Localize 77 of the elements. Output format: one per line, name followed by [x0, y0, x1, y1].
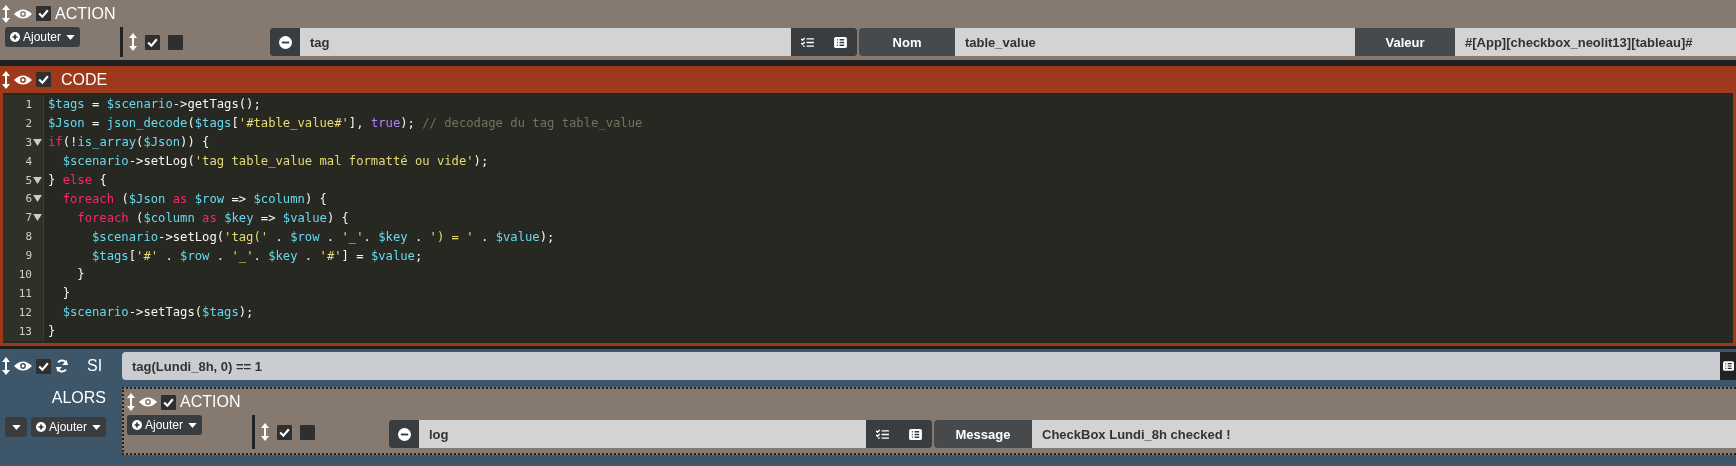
caret-icon — [188, 422, 198, 428]
code-line: $scenario->setLog('tag(' . $row . '_'. $key . ') = ' . $value); — [91, 229, 555, 244]
line-number: 11 — [18, 286, 32, 300]
add-dropdown-button[interactable]: Ajouter — [30, 417, 106, 437]
drag-handle-icon[interactable] — [127, 393, 135, 411]
then-label: ALORS — [51, 389, 106, 407]
eye-icon[interactable] — [14, 360, 32, 372]
line-number: 3 — [25, 135, 32, 149]
code-line: } — [48, 324, 56, 339]
drag-handle-icon[interactable] — [2, 4, 10, 23]
caret-icon — [12, 424, 22, 430]
code-line: $scenario->setLog('tag table_value mal formatté ou vide'); — [61, 154, 489, 169]
drag-handle-icon[interactable] — [129, 33, 137, 51]
caret-icon — [92, 424, 101, 430]
condition-field[interactable]: tag(Lundi_8h, 0) == 1 — [122, 352, 1720, 380]
collapse-button[interactable] — [4, 417, 27, 437]
block-title: CODE — [61, 70, 108, 89]
line-number: 4 — [25, 154, 32, 168]
code-line: $Json = json_decode($tags['#table_value#'], true); // decodage du tag table_value — [48, 116, 643, 131]
code-line: } else { — [48, 173, 107, 187]
line-number: 6 — [25, 192, 32, 206]
block-title: ACTION — [55, 4, 116, 23]
fold-arrow-icon[interactable] — [33, 195, 42, 203]
line-number: 2 — [25, 116, 32, 130]
plus-icon — [35, 422, 46, 432]
enable-checkbox[interactable] — [36, 358, 51, 374]
code-line: $tags = $scenario->getTags(); — [48, 97, 261, 112]
drag-handle-icon[interactable] — [2, 357, 10, 375]
eye-icon[interactable] — [14, 7, 32, 20]
line-number: 9 — [25, 249, 32, 263]
enable-checkbox[interactable] — [36, 72, 51, 87]
caret-icon — [66, 34, 76, 40]
command-field[interactable]: log — [419, 420, 866, 448]
code-line: $tags['#' . $row . '_'. $key . '#'] = $value; — [91, 248, 423, 263]
drag-handle-icon[interactable] — [2, 70, 10, 89]
line-number: 7 — [25, 211, 32, 225]
code-line: } — [76, 267, 85, 282]
parameter-label: Valeur — [1355, 28, 1455, 56]
fold-arrow-icon[interactable] — [33, 214, 42, 222]
code-line: foreach ($Json as $row => $column) { — [61, 191, 327, 206]
parameter-field[interactable]: table_value — [955, 28, 1355, 56]
eye-icon[interactable] — [14, 73, 32, 86]
enable-checkbox[interactable] — [145, 34, 160, 50]
block-title: ACTION — [180, 393, 241, 411]
plus-icon — [10, 32, 20, 42]
enable-checkbox[interactable] — [36, 6, 51, 21]
enable-checkbox[interactable] — [277, 424, 292, 440]
code-line: $scenario->setTags($tags); — [61, 305, 254, 320]
code-line: foreach ($column as $key => $value) { — [76, 210, 349, 225]
add-dropdown-button[interactable]: Ajouter — [5, 27, 81, 47]
fold-arrow-icon[interactable] — [33, 138, 42, 146]
line-number: 5 — [25, 173, 32, 187]
fold-arrow-icon[interactable] — [33, 176, 42, 184]
parameter-field[interactable]: #[App][checkbox_neolit13][tableau]# — [1455, 28, 1736, 56]
code-line: } — [61, 286, 70, 301]
parameter-label: Nom — [859, 28, 955, 56]
command-field[interactable]: tag — [300, 28, 791, 56]
option-checkbox[interactable] — [300, 424, 315, 440]
eye-icon[interactable] — [139, 396, 157, 408]
minus-icon — [278, 35, 292, 49]
add-dropdown-button[interactable]: Ajouter — [127, 415, 203, 435]
drag-handle-icon[interactable] — [261, 423, 269, 441]
minus-icon — [397, 427, 411, 441]
refresh-icon[interactable] — [55, 359, 69, 373]
line-number: 13 — [18, 324, 32, 338]
line-number: 10 — [18, 267, 32, 281]
plus-icon — [132, 420, 142, 430]
line-number: 12 — [18, 305, 32, 319]
parameter-label: Message — [934, 420, 1032, 448]
option-checkbox[interactable] — [168, 34, 183, 50]
line-number: 1 — [25, 97, 32, 111]
line-number: 8 — [25, 230, 32, 244]
enable-checkbox[interactable] — [161, 394, 176, 410]
code-line: if(!is_array($Json)) { — [48, 135, 210, 150]
block-title: SI — [87, 357, 103, 375]
list-icon[interactable] — [1720, 352, 1736, 380]
parameter-field[interactable]: CheckBox Lundi_8h checked ! — [1032, 420, 1736, 448]
